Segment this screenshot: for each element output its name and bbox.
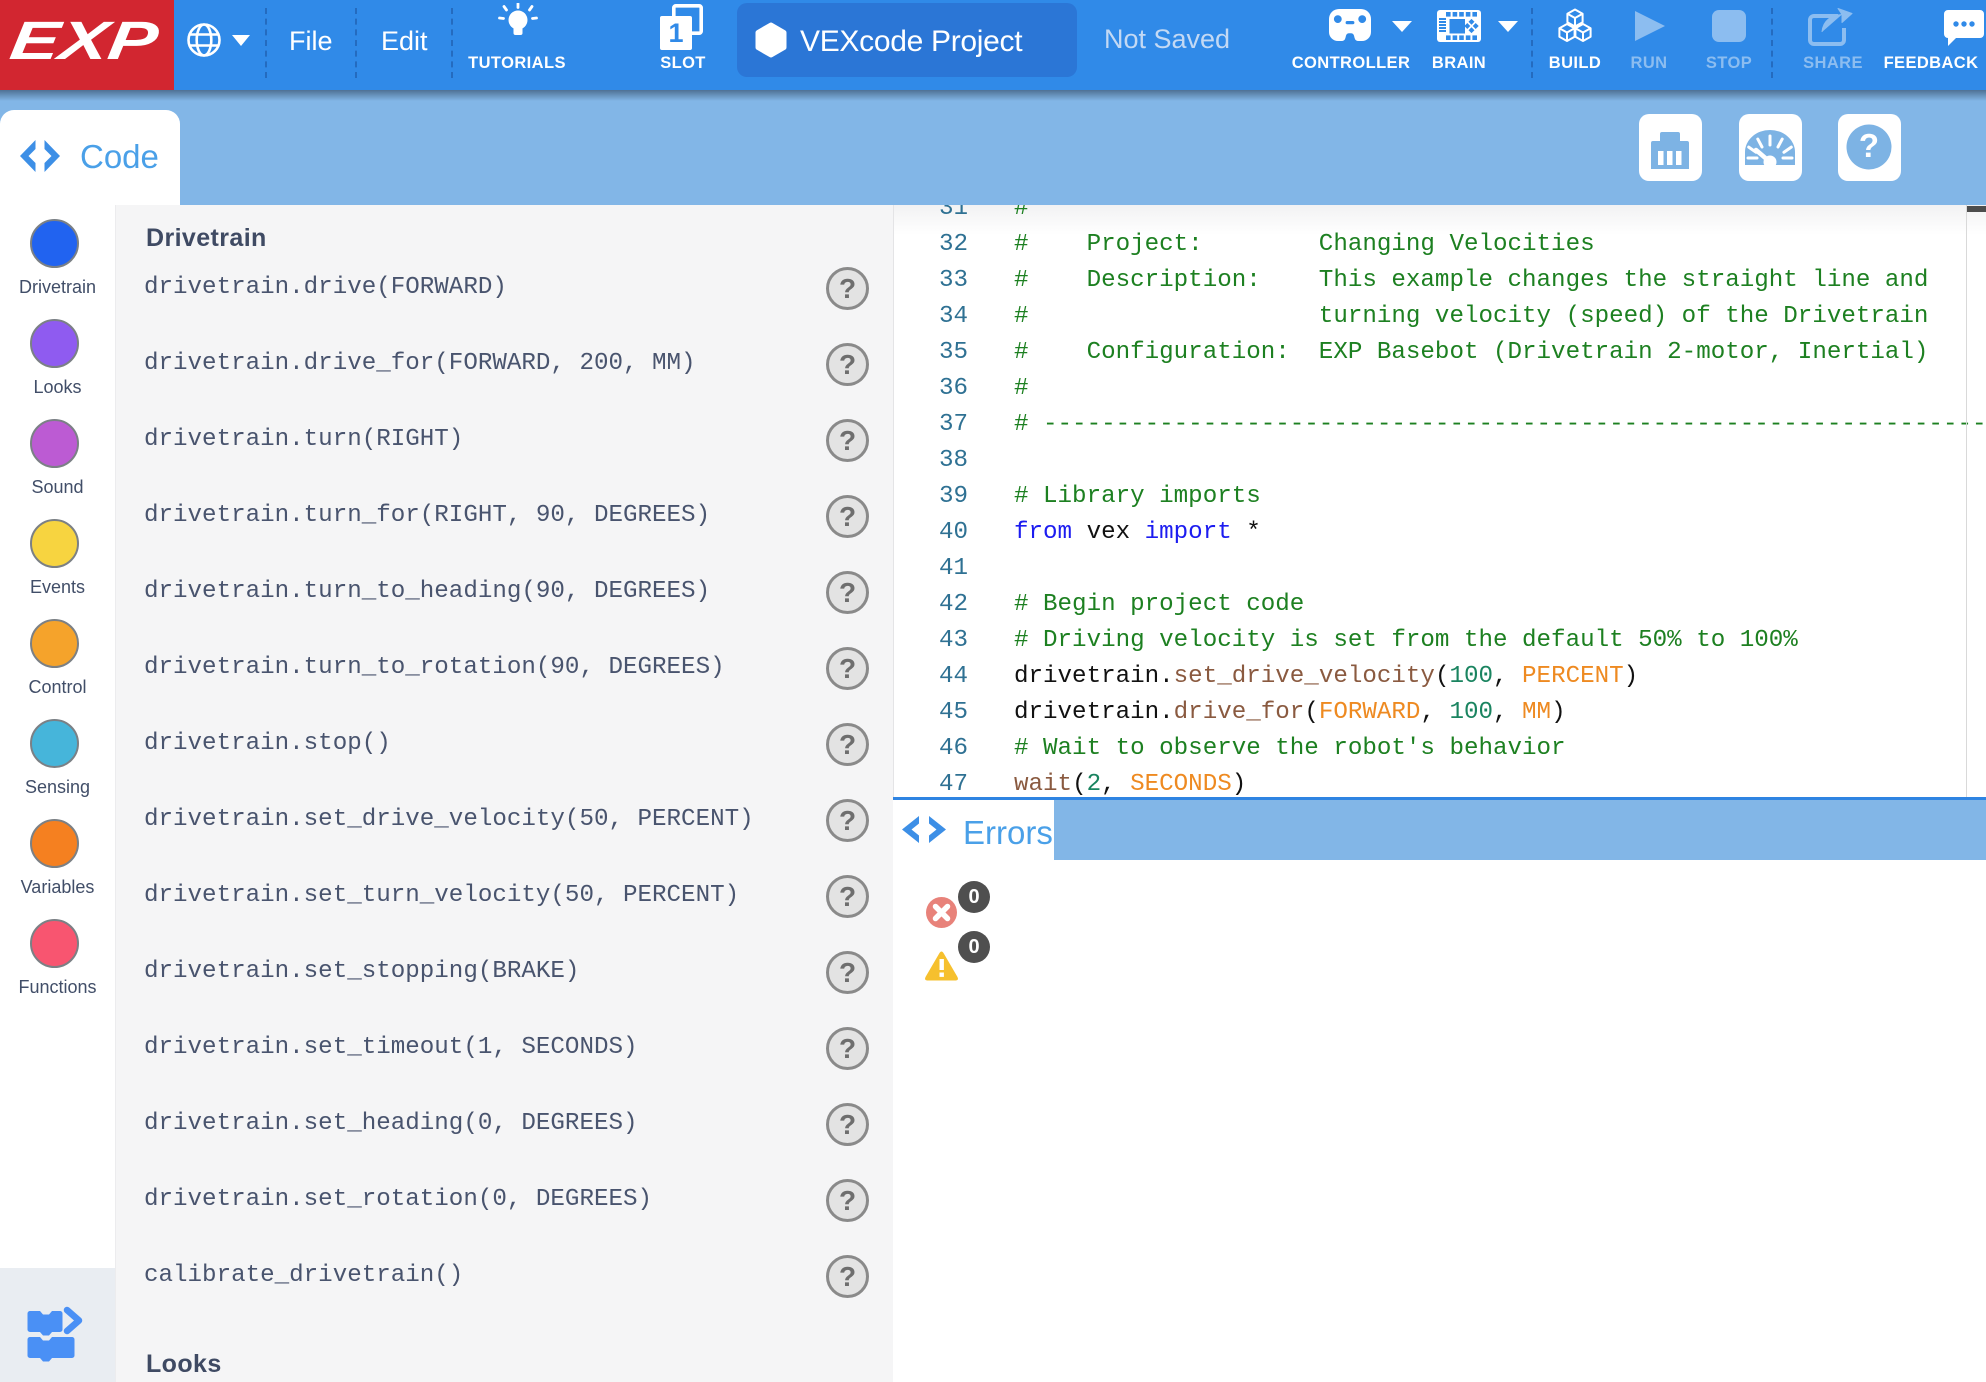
svg-text:1: 1 [668, 18, 683, 48]
svg-text:EXP: EXP [6, 10, 163, 71]
svg-text:?: ? [1859, 127, 1879, 164]
